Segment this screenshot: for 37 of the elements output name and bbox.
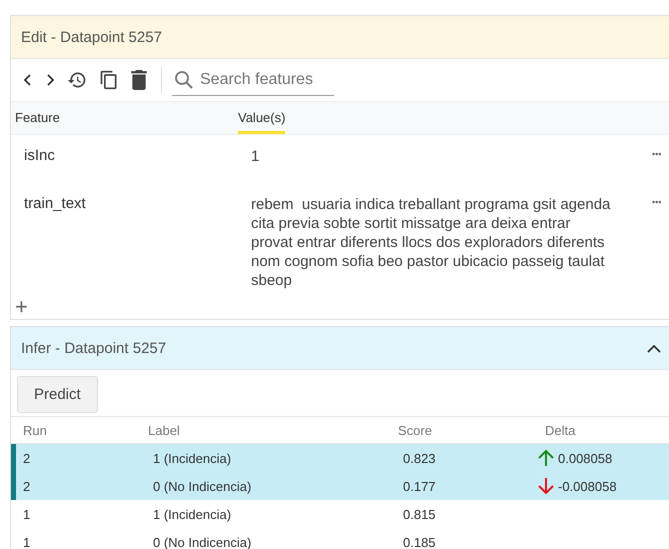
label-cell-text: 0 (No Indicencia) [153, 534, 252, 549]
result-row[interactable]: 2 1 (Incidencia) 0.823 0.008058 [11, 444, 669, 472]
result-row[interactable]: 2 0 (No Indicencia) 0.177 -0.008058 [11, 472, 669, 500]
more-button[interactable]: ••• [652, 147, 662, 159]
delta-cell: -0.008058 [558, 478, 617, 494]
label-cell-text: 1 (Incidencia) [153, 506, 232, 522]
result-row[interactable]: 1 1 (Incidencia) 0.815 [11, 500, 669, 528]
score-cell-text: 0.177 [403, 478, 437, 494]
feature-value: 1 [251, 147, 260, 166]
panel-title: Infer - Datapoint 5257 [21, 340, 166, 356]
add-button[interactable]: + [11, 296, 32, 318]
column-header[interactable]: Value(s) [238, 110, 286, 134]
feature-name: train_text [23, 195, 87, 212]
column-header[interactable]: Feature [15, 110, 238, 134]
score-cell-text: 0.823 [403, 450, 437, 466]
result-row[interactable]: 1 0 (No Indicencia) 0.185 [11, 528, 669, 549]
run-cell-text: 1 [22, 534, 32, 549]
label-cell-text: 0 (No Indicencia) [153, 478, 252, 494]
column-header: Label [148, 422, 181, 438]
search-field[interactable]: Search features [198, 70, 332, 90]
column-header: Run [22, 422, 48, 438]
more-button[interactable]: ••• [652, 195, 662, 207]
column-header: Delta [544, 422, 576, 438]
feature-name: isInc [23, 147, 56, 164]
chevron-icon[interactable] [647, 344, 661, 352]
score-cell-text: 0.185 [403, 534, 437, 549]
panel-title: Edit - Datapoint 5257 [21, 28, 162, 46]
column-header: Score [398, 422, 433, 438]
run-cell-text: 2 [22, 450, 32, 466]
predict-button[interactable]: Predict [17, 376, 98, 413]
search-icon [174, 70, 194, 90]
run-cell-text: 1 [22, 506, 32, 522]
label-cell-text: 1 (Incidencia) [153, 450, 232, 466]
feature-value: rebem usuaria indica treballant programa gsit agenda cita previa sobte sortit missatge ara deixa entrar provat entrar diferents llocs dos exploradors diferents nom cognom sofia beo pastor ubicacio passeig taulat sbeop [251, 195, 612, 290]
score-cell-text: 0.815 [403, 506, 437, 522]
run-cell-text: 2 [22, 478, 32, 494]
delta-cell: 0.008058 [558, 450, 612, 466]
